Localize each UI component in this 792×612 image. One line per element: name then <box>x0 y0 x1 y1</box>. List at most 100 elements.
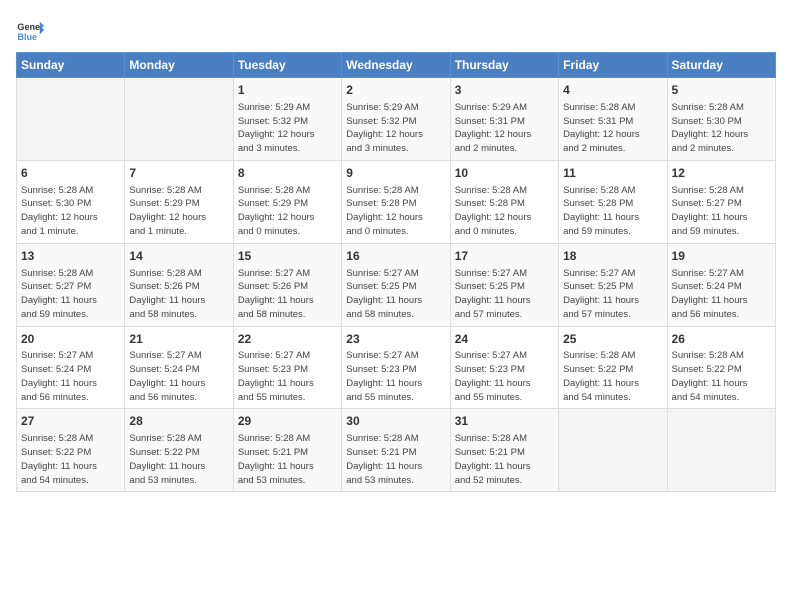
day-number: 29 <box>238 413 337 430</box>
day-number: 8 <box>238 165 337 182</box>
day-cell: 19 Sunrise: 5:27 AM Sunset: 5:24 PM Dayli… <box>667 243 775 326</box>
day-cell: 5Sunrise: 5:28 AM Sunset: 5:30 PM Daylig… <box>667 78 775 161</box>
day-info: Sunrise: 5:28 AM Sunset: 5:26 PM Dayligh… <box>129 267 228 322</box>
day-info: Sunrise: 5:28 AM Sunset: 5:29 PM Dayligh… <box>129 184 228 239</box>
day-info: Sunrise: 5:29 AM Sunset: 5:32 PM Dayligh… <box>346 101 445 156</box>
day-info: Sunrise: 5:29 AM Sunset: 5:31 PM Dayligh… <box>455 101 554 156</box>
day-number: 24 <box>455 331 554 348</box>
day-number: 12 <box>672 165 771 182</box>
day-info: Sunrise: 5:28 AM Sunset: 5:22 PM Dayligh… <box>21 432 120 487</box>
day-info: Sunrise: 5:28 AM Sunset: 5:22 PM Dayligh… <box>672 349 771 404</box>
week-row-2: 6 Sunrise: 5:28 AM Sunset: 5:30 PM Daylig… <box>17 160 776 243</box>
day-cell: 23Sunrise: 5:27 AM Sunset: 5:23 PM Dayli… <box>342 326 450 409</box>
svg-text:Blue: Blue <box>17 32 37 42</box>
day-info: Sunrise: 5:27 AM Sunset: 5:25 PM Dayligh… <box>455 267 554 322</box>
day-info: Sunrise: 5:27 AM Sunset: 5:25 PM Dayligh… <box>346 267 445 322</box>
day-info: Sunrise: 5:27 AM Sunset: 5:23 PM Dayligh… <box>238 349 337 404</box>
week-row-4: 20Sunrise: 5:27 AM Sunset: 5:24 PM Dayli… <box>17 326 776 409</box>
day-cell <box>125 78 233 161</box>
day-info: Sunrise: 5:28 AM Sunset: 5:21 PM Dayligh… <box>238 432 337 487</box>
day-info: Sunrise: 5:27 AM Sunset: 5:24 PM Dayligh… <box>672 267 771 322</box>
day-cell: 21Sunrise: 5:27 AM Sunset: 5:24 PM Dayli… <box>125 326 233 409</box>
day-cell: 22Sunrise: 5:27 AM Sunset: 5:23 PM Dayli… <box>233 326 341 409</box>
weekday-header-tuesday: Tuesday <box>233 53 341 78</box>
day-info: Sunrise: 5:28 AM Sunset: 5:30 PM Dayligh… <box>21 184 120 239</box>
day-info: Sunrise: 5:27 AM Sunset: 5:23 PM Dayligh… <box>346 349 445 404</box>
day-number: 18 <box>563 248 662 265</box>
weekday-header-thursday: Thursday <box>450 53 558 78</box>
day-number: 14 <box>129 248 228 265</box>
day-cell <box>559 409 667 492</box>
week-row-5: 27 Sunrise: 5:28 AM Sunset: 5:22 PM Dayli… <box>17 409 776 492</box>
weekday-header-sunday: Sunday <box>17 53 125 78</box>
day-cell: 20Sunrise: 5:27 AM Sunset: 5:24 PM Dayli… <box>17 326 125 409</box>
day-cell: 8 Sunrise: 5:28 AM Sunset: 5:29 PM Daylig… <box>233 160 341 243</box>
day-info: Sunrise: 5:27 AM Sunset: 5:25 PM Dayligh… <box>563 267 662 322</box>
day-number: 15 <box>238 248 337 265</box>
day-number: 30 <box>346 413 445 430</box>
week-row-1: 1 Sunrise: 5:29 AM Sunset: 5:32 PM Daylig… <box>17 78 776 161</box>
day-cell: 31 Sunrise: 5:28 AM Sunset: 5:21 PM Dayli… <box>450 409 558 492</box>
day-number: 23 <box>346 331 445 348</box>
day-cell: 29 Sunrise: 5:28 AM Sunset: 5:21 PM Dayli… <box>233 409 341 492</box>
day-cell: 1 Sunrise: 5:29 AM Sunset: 5:32 PM Daylig… <box>233 78 341 161</box>
calendar-table: SundayMondayTuesdayWednesdayThursdayFrid… <box>16 52 776 492</box>
day-info: Sunrise: 5:28 AM Sunset: 5:29 PM Dayligh… <box>238 184 337 239</box>
day-cell: 13 Sunrise: 5:28 AM Sunset: 5:27 PM Dayli… <box>17 243 125 326</box>
weekday-header-saturday: Saturday <box>667 53 775 78</box>
day-number: 31 <box>455 413 554 430</box>
day-info: Sunrise: 5:27 AM Sunset: 5:23 PM Dayligh… <box>455 349 554 404</box>
day-info: Sunrise: 5:27 AM Sunset: 5:24 PM Dayligh… <box>129 349 228 404</box>
day-cell: 12 Sunrise: 5:28 AM Sunset: 5:27 PM Dayli… <box>667 160 775 243</box>
day-number: 19 <box>672 248 771 265</box>
day-info: Sunrise: 5:28 AM Sunset: 5:28 PM Dayligh… <box>563 184 662 239</box>
day-cell: 7 Sunrise: 5:28 AM Sunset: 5:29 PM Daylig… <box>125 160 233 243</box>
day-info: Sunrise: 5:28 AM Sunset: 5:27 PM Dayligh… <box>672 184 771 239</box>
day-cell: 30 Sunrise: 5:28 AM Sunset: 5:21 PM Dayli… <box>342 409 450 492</box>
day-number: 1 <box>238 82 337 99</box>
day-info: Sunrise: 5:28 AM Sunset: 5:27 PM Dayligh… <box>21 267 120 322</box>
day-number: 26 <box>672 331 771 348</box>
day-cell: 26Sunrise: 5:28 AM Sunset: 5:22 PM Dayli… <box>667 326 775 409</box>
page-header: General Blue <box>16 16 776 44</box>
day-info: Sunrise: 5:27 AM Sunset: 5:24 PM Dayligh… <box>21 349 120 404</box>
day-info: Sunrise: 5:28 AM Sunset: 5:21 PM Dayligh… <box>346 432 445 487</box>
day-cell: 10Sunrise: 5:28 AM Sunset: 5:28 PM Dayli… <box>450 160 558 243</box>
day-number: 11 <box>563 165 662 182</box>
day-info: Sunrise: 5:28 AM Sunset: 5:30 PM Dayligh… <box>672 101 771 156</box>
day-cell: 14 Sunrise: 5:28 AM Sunset: 5:26 PM Dayli… <box>125 243 233 326</box>
day-info: Sunrise: 5:28 AM Sunset: 5:22 PM Dayligh… <box>129 432 228 487</box>
day-number: 13 <box>21 248 120 265</box>
day-cell: 17 Sunrise: 5:27 AM Sunset: 5:25 PM Dayli… <box>450 243 558 326</box>
day-number: 10 <box>455 165 554 182</box>
day-info: Sunrise: 5:28 AM Sunset: 5:21 PM Dayligh… <box>455 432 554 487</box>
day-cell: 6 Sunrise: 5:28 AM Sunset: 5:30 PM Daylig… <box>17 160 125 243</box>
day-cell: 2 Sunrise: 5:29 AM Sunset: 5:32 PM Daylig… <box>342 78 450 161</box>
weekday-header-monday: Monday <box>125 53 233 78</box>
day-number: 16 <box>346 248 445 265</box>
day-info: Sunrise: 5:29 AM Sunset: 5:32 PM Dayligh… <box>238 101 337 156</box>
day-cell: 18 Sunrise: 5:27 AM Sunset: 5:25 PM Dayli… <box>559 243 667 326</box>
day-number: 20 <box>21 331 120 348</box>
day-cell: 3Sunrise: 5:29 AM Sunset: 5:31 PM Daylig… <box>450 78 558 161</box>
weekday-header-friday: Friday <box>559 53 667 78</box>
logo: General Blue <box>16 16 44 44</box>
day-number: 4 <box>563 82 662 99</box>
day-number: 9 <box>346 165 445 182</box>
day-number: 7 <box>129 165 228 182</box>
day-number: 27 <box>21 413 120 430</box>
day-cell: 28 Sunrise: 5:28 AM Sunset: 5:22 PM Dayli… <box>125 409 233 492</box>
day-number: 17 <box>455 248 554 265</box>
day-info: Sunrise: 5:28 AM Sunset: 5:28 PM Dayligh… <box>346 184 445 239</box>
day-number: 28 <box>129 413 228 430</box>
day-info: Sunrise: 5:28 AM Sunset: 5:31 PM Dayligh… <box>563 101 662 156</box>
day-cell: 15 Sunrise: 5:27 AM Sunset: 5:26 PM Dayli… <box>233 243 341 326</box>
day-number: 25 <box>563 331 662 348</box>
weekday-header-wednesday: Wednesday <box>342 53 450 78</box>
day-number: 2 <box>346 82 445 99</box>
week-row-3: 13 Sunrise: 5:28 AM Sunset: 5:27 PM Dayli… <box>17 243 776 326</box>
day-cell: 24Sunrise: 5:27 AM Sunset: 5:23 PM Dayli… <box>450 326 558 409</box>
day-number: 6 <box>21 165 120 182</box>
day-cell: 9 Sunrise: 5:28 AM Sunset: 5:28 PM Daylig… <box>342 160 450 243</box>
day-info: Sunrise: 5:27 AM Sunset: 5:26 PM Dayligh… <box>238 267 337 322</box>
